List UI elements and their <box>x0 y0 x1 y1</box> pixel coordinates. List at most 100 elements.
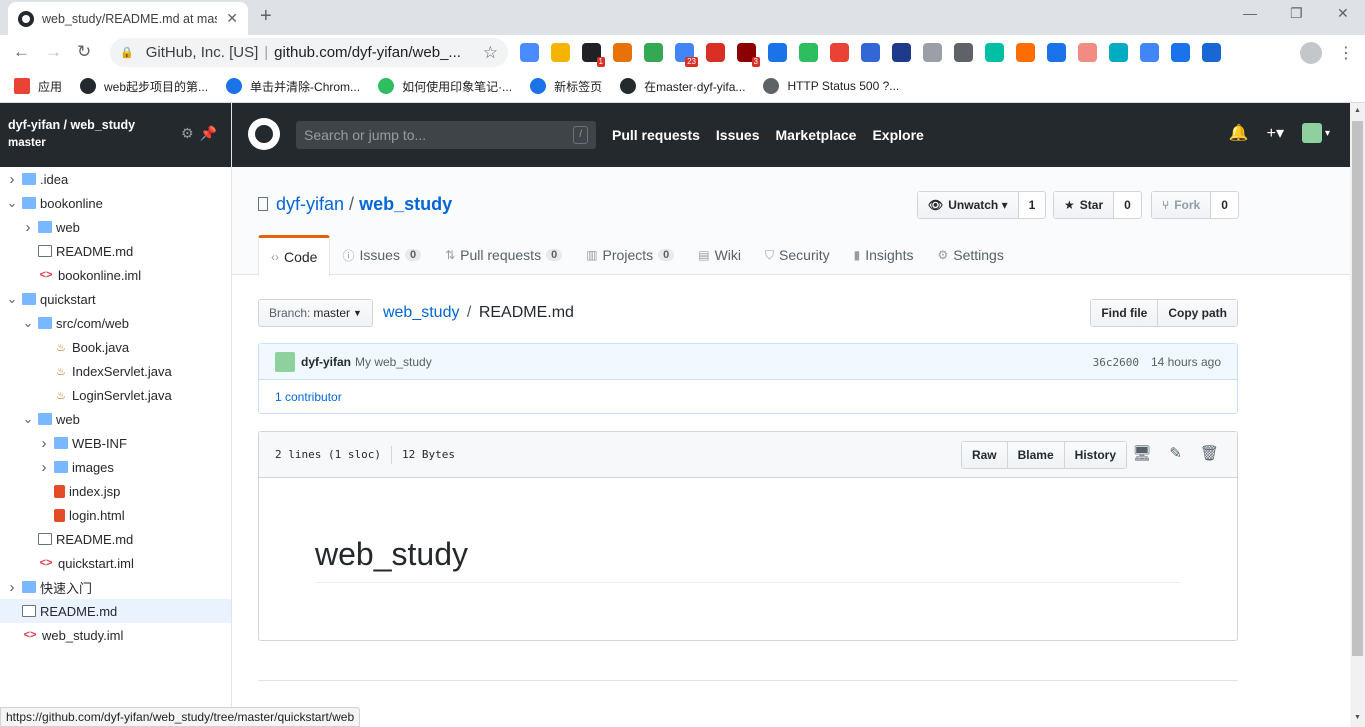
chevron-right-icon[interactable]: › <box>4 579 20 596</box>
tree-item[interactable]: ⌄ web <box>0 407 231 431</box>
tab-graph[interactable]: ▮ Insights <box>842 235 926 275</box>
extension-16-icon[interactable] <box>1016 43 1035 62</box>
star-count[interactable]: 0 <box>1114 192 1141 218</box>
unwatch-button[interactable]: 👁 Unwatch ▾ 1 <box>917 191 1047 219</box>
nav-marketplace[interactable]: Marketplace <box>776 127 857 143</box>
tab-pull-request[interactable]: ⇅ Pull requests 0 <box>433 235 574 275</box>
forward-icon[interactable]: → <box>45 42 62 62</box>
bookmark-item[interactable]: HTTP Status 500 ?... <box>763 78 899 94</box>
create-new-icon[interactable]: +▾ <box>1267 123 1284 143</box>
bookmark-item[interactable]: web起步项目的第... <box>80 78 208 95</box>
github-logo-icon[interactable] <box>248 118 280 150</box>
new-tab-button[interactable]: + <box>260 5 272 28</box>
chevron-right-icon[interactable]: › <box>4 171 20 188</box>
tree-item[interactable]: ⌄ quickstart <box>0 287 231 311</box>
address-bar[interactable]: 🔒 GitHub, Inc. [US] | github.com/dyf-yif… <box>110 38 508 67</box>
extension-22-icon[interactable] <box>1202 43 1221 62</box>
raw-button[interactable]: Raw <box>961 442 1007 468</box>
tree-item[interactable]: README.md <box>0 527 231 551</box>
pencil-edit-icon[interactable]: ✎ <box>1169 444 1182 462</box>
chevron-down-icon[interactable]: ⌄ <box>4 291 20 307</box>
tree-item[interactable]: › WEB-INF <box>0 431 231 455</box>
url-text[interactable]: github.com/dyf-yifan/web_... <box>274 44 469 61</box>
breadcrumb-repo-link[interactable]: web_study <box>383 304 460 321</box>
extension-13-icon[interactable] <box>923 43 942 62</box>
extension-19-icon[interactable] <box>1109 43 1128 62</box>
extension-1-icon[interactable] <box>551 43 570 62</box>
tab-shield[interactable]: ⛉ Security <box>753 235 842 275</box>
fork-count[interactable]: 0 <box>1211 192 1238 218</box>
close-window-button[interactable]: ✕ <box>1337 5 1349 22</box>
settings-gear-icon[interactable]: ⚙ <box>181 125 200 141</box>
author-avatar[interactable] <box>275 351 295 372</box>
chevron-right-icon[interactable]: › <box>36 459 52 476</box>
browser-tab[interactable]: web_study/README.md at master ✕ <box>8 2 248 35</box>
tree-item[interactable]: › images <box>0 455 231 479</box>
bookmark-star-icon[interactable]: ☆ <box>483 43 498 63</box>
repo-owner-link[interactable]: dyf-yifan <box>276 194 344 214</box>
tab-gear[interactable]: ⚙ Settings <box>925 235 1015 275</box>
scroll-up-icon[interactable]: ▲ <box>1354 107 1361 114</box>
tree-item[interactable]: ♨ LoginServlet.java <box>0 383 231 407</box>
extension-6-icon[interactable] <box>706 43 725 62</box>
tree-item[interactable]: ⌄ src/com/web <box>0 311 231 335</box>
tree-item[interactable]: README.md <box>0 599 231 623</box>
branch-select-button[interactable]: Branch: master ▼ <box>258 299 373 327</box>
extension-14-icon[interactable] <box>954 43 973 62</box>
tab-book[interactable]: ▤ Wiki <box>686 235 753 275</box>
tab-issue[interactable]: ⓘ Issues 0 <box>330 235 433 275</box>
extension-4-icon[interactable] <box>644 43 663 62</box>
extension-5-icon[interactable]: 23 <box>675 43 698 67</box>
chevron-down-icon[interactable]: ⌄ <box>20 411 36 427</box>
blame-button[interactable]: Blame <box>1006 442 1064 468</box>
extension-10-icon[interactable] <box>830 43 849 62</box>
bookmark-item[interactable]: 新标签页 <box>530 78 602 95</box>
maximize-button[interactable]: ❐ <box>1290 5 1303 22</box>
notifications-bell-icon[interactable]: 🔔 <box>1229 123 1249 143</box>
chevron-down-icon[interactable]: ⌄ <box>20 315 36 331</box>
tab-code[interactable]: ‹› Code <box>258 235 331 276</box>
copy-path-button[interactable]: Copy path <box>1157 300 1237 326</box>
extension-0-icon[interactable] <box>520 43 539 62</box>
extension-12-icon[interactable] <box>892 43 911 62</box>
tree-item[interactable]: › web <box>0 215 231 239</box>
tree-item[interactable]: ♨ Book.java <box>0 335 231 359</box>
chevron-down-icon[interactable]: ⌄ <box>4 195 20 211</box>
tree-item[interactable]: <> web_study.iml <box>0 623 231 647</box>
tree-item[interactable]: › 快速入门 <box>0 575 231 599</box>
github-search-input[interactable]: Search or jump to... / <box>296 121 596 149</box>
tree-item[interactable]: › .idea <box>0 167 231 191</box>
fork-button[interactable]: ⑂ Fork 0 <box>1151 191 1239 219</box>
scroll-down-icon[interactable]: ▼ <box>1354 714 1361 721</box>
minimize-button[interactable]: — <box>1243 5 1257 21</box>
watch-count[interactable]: 1 <box>1019 192 1046 218</box>
commit-message[interactable]: My web_study <box>355 355 432 369</box>
close-tab-icon[interactable]: ✕ <box>226 10 238 27</box>
back-icon[interactable]: ← <box>13 42 30 62</box>
history-button[interactable]: History <box>1063 442 1126 468</box>
commit-sha[interactable]: 36c2600 <box>1093 356 1139 369</box>
bookmark-item[interactable]: 如何使用印象笔记·... <box>378 78 512 95</box>
bookmark-item[interactable]: 在master·dyf-yifa... <box>620 78 745 95</box>
star-button[interactable]: ★ Star 0 <box>1053 191 1142 219</box>
page-scrollbar[interactable]: ▲ ▼ <box>1350 103 1365 727</box>
tab-project[interactable]: ▥ Projects 0 <box>574 235 686 275</box>
extension-3-icon[interactable] <box>613 43 632 62</box>
extension-11-icon[interactable] <box>861 43 880 62</box>
extension-20-icon[interactable] <box>1140 43 1159 62</box>
chevron-down-icon[interactable]: ▾ <box>1325 128 1330 139</box>
profile-avatar[interactable] <box>1300 42 1322 64</box>
extension-15-icon[interactable] <box>985 43 1004 62</box>
nav-pull-requests[interactable]: Pull requests <box>612 127 700 143</box>
chevron-right-icon[interactable]: › <box>36 435 52 452</box>
find-file-button[interactable]: Find file <box>1091 300 1158 326</box>
browser-menu-icon[interactable]: ⋮ <box>1338 43 1354 63</box>
bookmark-item[interactable]: 应用 <box>14 78 62 95</box>
extension-18-icon[interactable] <box>1078 43 1097 62</box>
extension-7-icon[interactable]: 3 <box>737 43 760 67</box>
tree-item[interactable]: <> quickstart.iml <box>0 551 231 575</box>
commit-author[interactable]: dyf-yifan <box>301 355 351 369</box>
tree-item[interactable]: <> bookonline.iml <box>0 263 231 287</box>
extension-8-icon[interactable] <box>768 43 787 62</box>
tree-item[interactable]: ♨ IndexServlet.java <box>0 359 231 383</box>
